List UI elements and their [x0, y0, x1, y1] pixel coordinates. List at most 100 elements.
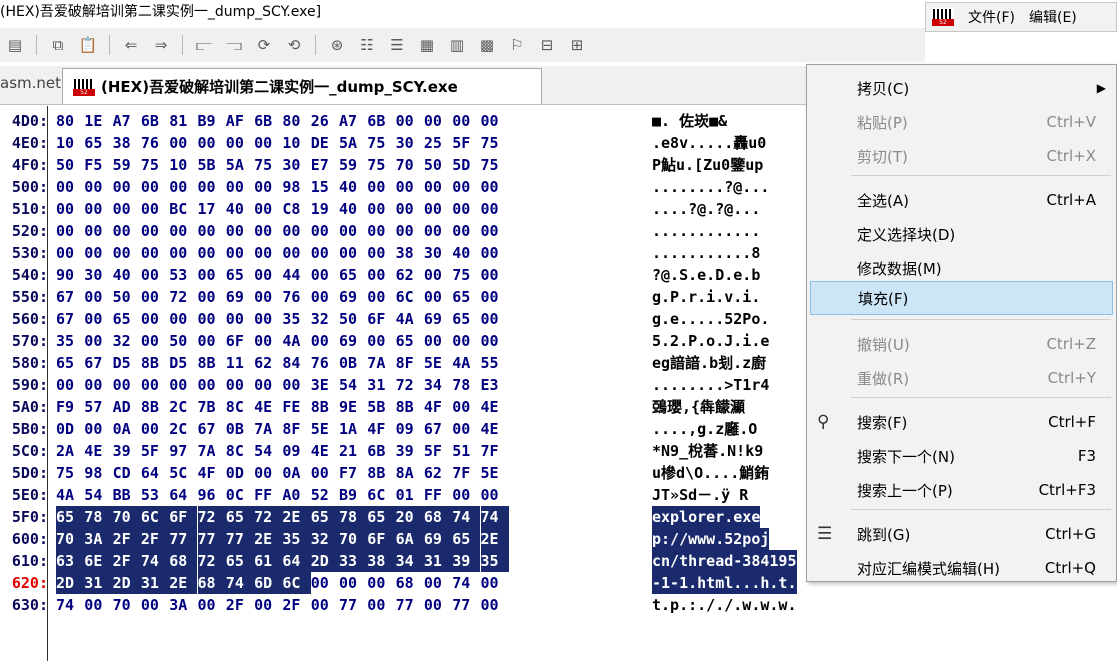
hex-byte[interactable]: 65	[225, 550, 255, 572]
hex-byte[interactable]: 10	[169, 154, 191, 176]
hex-byte[interactable]: 2D	[310, 550, 339, 572]
hex-byte[interactable]: 6B	[254, 110, 276, 132]
hex-byte[interactable]: 00	[481, 330, 503, 352]
hex-byte[interactable]: 69	[339, 330, 361, 352]
ascii-text[interactable]: 5.2.P.o.J.i.e	[652, 330, 769, 352]
hex-row[interactable]: 510: 00 00 00 00 BC 17 40 00 C8 19 40 00 00 00 00 00....…	[0, 198, 925, 220]
hex-byte[interactable]: 77	[197, 528, 226, 550]
hex-byte[interactable]: 32	[311, 308, 333, 330]
hex-byte[interactable]: 76	[282, 286, 304, 308]
hex-byte[interactable]: 4F	[367, 418, 389, 440]
hex-byte[interactable]: 6C	[282, 572, 311, 594]
tab-hex-active[interactable]: 52 (HEX)吾爱破解培训第二课实例一_dump_SCY.exe	[62, 68, 542, 104]
hex-byte[interactable]: 00	[254, 176, 276, 198]
hex-byte[interactable]: 74	[480, 506, 509, 528]
hex-byte[interactable]: 00	[141, 198, 163, 220]
hex-byte[interactable]: 67	[56, 308, 78, 330]
hex-byte[interactable]: 8B	[141, 396, 163, 418]
hex-byte[interactable]: 8F	[396, 352, 418, 374]
hex-byte[interactable]: 00	[226, 242, 248, 264]
hex-byte[interactable]: 8B	[141, 352, 163, 374]
hex-byte[interactable]: 6F	[367, 528, 396, 550]
ascii-text[interactable]: ■. 佐崁■&	[652, 110, 727, 132]
hex-byte[interactable]: 65	[367, 506, 396, 528]
hex-byte[interactable]: 0B	[339, 352, 361, 374]
hex-byte[interactable]: BC	[169, 198, 191, 220]
ascii-text[interactable]: u槮d\O....鮹銪	[652, 462, 769, 484]
hex-byte[interactable]: 25	[424, 132, 446, 154]
hex-byte[interactable]: 63	[56, 550, 85, 572]
hex-byte[interactable]: 65	[56, 506, 85, 528]
menu-item-9[interactable]: ⚲ 搜索(F) Ctrl+F	[807, 405, 1116, 439]
hex-byte[interactable]: 81	[169, 110, 191, 132]
ascii-text[interactable]: t.p.:././.w.w.w.	[652, 594, 797, 616]
hex-byte[interactable]: 00	[254, 330, 276, 352]
hex-byte[interactable]: 00	[311, 594, 333, 616]
copy-icon[interactable]: ⧉	[47, 34, 69, 56]
hex-byte[interactable]: 76	[311, 352, 333, 374]
hex-byte[interactable]: 00	[254, 286, 276, 308]
hex-byte[interactable]: 32	[310, 528, 339, 550]
hex-byte[interactable]: 8C	[226, 440, 248, 462]
hex-byte[interactable]: 75	[367, 132, 389, 154]
hex-byte[interactable]: 00	[56, 374, 78, 396]
hex-byte[interactable]: 69	[339, 286, 361, 308]
hex-byte[interactable]: 40	[339, 198, 361, 220]
hex-byte[interactable]: 00	[113, 242, 135, 264]
hex-byte[interactable]: 5F	[141, 440, 163, 462]
hex-byte[interactable]: 4A	[282, 330, 304, 352]
menu-item-8[interactable]: 重做(R) Ctrl+Y	[807, 361, 1116, 395]
hex-byte[interactable]: 00	[282, 220, 304, 242]
hex-byte[interactable]: 00	[254, 242, 276, 264]
hex-byte[interactable]: 32	[113, 330, 135, 352]
hex-byte[interactable]: 6B	[141, 110, 163, 132]
hex-byte[interactable]: 50	[339, 308, 361, 330]
menu-item-7[interactable]: 撤销(U) Ctrl+Z	[807, 327, 1116, 361]
hex-byte[interactable]: E7	[311, 154, 333, 176]
hex-byte[interactable]: 00	[367, 330, 389, 352]
hex-byte[interactable]: 4E	[84, 440, 106, 462]
hex-byte[interactable]: 7A	[367, 352, 389, 374]
hex-byte[interactable]: 97	[169, 440, 191, 462]
hex-byte[interactable]: 26	[311, 110, 333, 132]
hex-byte[interactable]: 4F	[424, 396, 446, 418]
hex-byte[interactable]: 2E	[282, 506, 311, 528]
menu-item-1[interactable]: 粘贴(P) Ctrl+V	[807, 105, 1116, 139]
hex-byte[interactable]: 00	[367, 572, 389, 594]
hex-row[interactable]: 550: 67 00 50 00 72 00 69 00 76 00 69 00 6C 00 65 00 g.P.…	[0, 286, 925, 308]
hex-byte[interactable]: 72	[254, 506, 283, 528]
hex-byte[interactable]: 8B	[367, 462, 389, 484]
hex-byte[interactable]: 5E	[481, 462, 503, 484]
hex-row[interactable]: 5F0: 65 78 70 6C 6F 72 65 72 2E 65 78 65 20 68 74 74 expl…	[0, 506, 925, 528]
hex-byte[interactable]: 54	[84, 484, 106, 506]
hex-byte[interactable]: 00	[169, 220, 191, 242]
menu-item-0[interactable]: 拷贝(C) ▶	[807, 71, 1116, 105]
hex-byte[interactable]: 00	[84, 286, 106, 308]
hex-byte[interactable]: 75	[367, 154, 389, 176]
hex-byte[interactable]: 00	[84, 308, 106, 330]
hex-byte[interactable]: 72	[197, 550, 226, 572]
hex-byte[interactable]: 40	[226, 198, 248, 220]
menu-item-10[interactable]: 搜索下一个(N) F3	[807, 439, 1116, 473]
hex-byte[interactable]: 75	[481, 154, 503, 176]
hex-byte[interactable]: 68	[423, 506, 453, 528]
hex-byte[interactable]: 80	[282, 110, 304, 132]
hex-byte[interactable]: 2D	[112, 572, 141, 594]
ascii-text[interactable]: g.P.r.i.v.i.	[652, 286, 760, 308]
hex-byte[interactable]: E3	[481, 374, 503, 396]
hex-byte[interactable]: 53	[169, 264, 191, 286]
hex-byte[interactable]: 00	[367, 594, 389, 616]
table-icon[interactable]: ⊞	[566, 34, 588, 56]
hex-byte[interactable]: 4E	[311, 440, 333, 462]
hex-byte[interactable]: B9	[198, 110, 220, 132]
hex-byte[interactable]: 00	[226, 308, 248, 330]
hex-byte[interactable]: 4A	[396, 308, 418, 330]
hex-byte[interactable]: 65	[310, 506, 339, 528]
hex-byte[interactable]: 5E	[424, 352, 446, 374]
hex-byte[interactable]: 1A	[339, 418, 361, 440]
hex-row[interactable]: 4F0: 50 F5 59 75 10 5B 5A 75 30 E7 59 75 70 50 5D 75 P鮎u.…	[0, 154, 925, 176]
hex-byte[interactable]: 5F	[452, 132, 474, 154]
ascii-text[interactable]: ?@.S.e.D.e.b	[652, 264, 760, 286]
hex-byte[interactable]: 00	[84, 242, 106, 264]
hex-byte[interactable]: 7A	[198, 440, 220, 462]
